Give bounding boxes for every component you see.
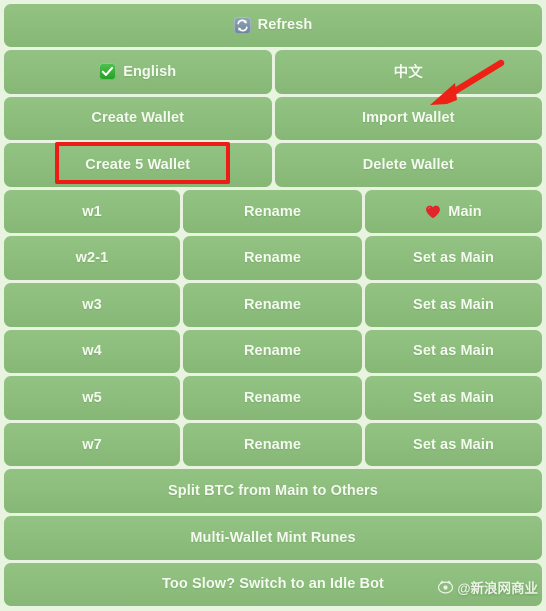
wallet-status-label: Main: [448, 203, 482, 220]
multi-wallet-mint-runes-label: Multi-Wallet Mint Runes: [190, 529, 356, 546]
refresh-button-label: Refresh: [257, 17, 313, 34]
wallet-name-button[interactable]: w7: [4, 422, 180, 467]
wallet-rename-label: Rename: [243, 250, 301, 267]
language-english-button[interactable]: English: [4, 50, 272, 94]
wallet-name-label: w4: [82, 343, 102, 360]
wallet-name-label: w7: [82, 436, 102, 453]
wallet-status-label: Set as Main: [413, 250, 494, 267]
multi-wallet-mint-runes-button[interactable]: Multi-Wallet Mint Runes: [4, 516, 542, 560]
split-btc-label: Split BTC from Main to Others: [168, 483, 378, 500]
wallet-name-button[interactable]: w4: [4, 329, 180, 374]
keyboard-row-language: English 中文: [4, 49, 542, 96]
button-keyboard: Refresh English 中文 Create Wallet Import …: [0, 0, 546, 611]
create-wallet-button[interactable]: Create Wallet: [4, 96, 272, 141]
wallet-name-label: w5: [82, 390, 102, 407]
wallet-name-button[interactable]: w5: [4, 376, 180, 420]
table-row: w7 Rename Set as Main: [4, 421, 542, 468]
keyboard-row-create5-delete: Create 5 Wallet Delete Wallet: [4, 142, 542, 189]
heart-icon: [425, 204, 441, 220]
delete-wallet-button[interactable]: Delete Wallet: [274, 143, 542, 187]
wallet-rename-button[interactable]: Rename: [183, 376, 362, 420]
wallet-name-label: w1: [82, 203, 102, 220]
wallet-name-label: w3: [82, 296, 102, 313]
language-english-label: English: [123, 63, 177, 80]
table-row: w1 Rename Main: [4, 188, 542, 235]
wallet-rename-button[interactable]: Rename: [183, 422, 362, 467]
table-row: w3 Rename Set as Main: [4, 282, 542, 329]
language-chinese-button[interactable]: 中文: [274, 50, 542, 94]
wallet-name-button[interactable]: w3: [4, 283, 180, 327]
keyboard-row-multi-wallet-mint: Multi-Wallet Mint Runes: [4, 515, 542, 562]
wallet-rename-button[interactable]: Rename: [183, 189, 362, 234]
wallet-rename-label: Rename: [243, 436, 301, 453]
wallet-name-button[interactable]: w1: [4, 189, 180, 234]
import-wallet-label: Import Wallet: [361, 110, 455, 127]
wallet-set-as-main-button[interactable]: Set as Main: [365, 329, 542, 374]
keyboard-row-create-import: Create Wallet Import Wallet: [4, 95, 542, 142]
language-chinese-label: 中文: [393, 65, 423, 82]
wallet-status-label: Set as Main: [413, 390, 494, 407]
wallet-rename-label: Rename: [243, 390, 301, 407]
delete-wallet-label: Delete Wallet: [362, 157, 454, 174]
wallet-set-as-main-button[interactable]: Set as Main: [365, 236, 542, 281]
wallet-main-status-button[interactable]: Main: [365, 189, 542, 234]
check-mark-icon: [99, 63, 117, 81]
create-wallet-label: Create Wallet: [91, 110, 185, 127]
table-row: w2-1 Rename Set as Main: [4, 235, 542, 282]
keyboard-row-refresh: Refresh: [4, 2, 542, 49]
import-wallet-button[interactable]: Import Wallet: [274, 96, 542, 141]
wallet-status-label: Set as Main: [413, 436, 494, 453]
wallet-status-label: Set as Main: [413, 296, 494, 313]
refresh-button[interactable]: Refresh: [4, 3, 542, 48]
wallet-set-as-main-button[interactable]: Set as Main: [365, 422, 542, 467]
wallet-set-as-main-button[interactable]: Set as Main: [365, 283, 542, 327]
wallet-rename-button[interactable]: Rename: [183, 329, 362, 374]
wallet-rename-label: Rename: [243, 296, 301, 313]
split-btc-button[interactable]: Split BTC from Main to Others: [4, 469, 542, 514]
wallet-rename-label: Rename: [243, 343, 301, 360]
watermark-text: @新浪网商业: [457, 581, 538, 596]
keyboard-row-split-btc: Split BTC from Main to Others: [4, 468, 542, 515]
chat-bot-keyboard-panel: Refresh English 中文 Create Wallet Import …: [0, 0, 546, 611]
table-row: w5 Rename Set as Main: [4, 375, 542, 422]
wallet-set-as-main-button[interactable]: Set as Main: [365, 376, 542, 420]
refresh-icon: [233, 16, 251, 34]
wallet-name-button[interactable]: w2-1: [4, 236, 180, 281]
wallet-rename-button[interactable]: Rename: [183, 283, 362, 327]
wallet-rename-button[interactable]: Rename: [183, 236, 362, 281]
create-5-wallet-button[interactable]: Create 5 Wallet: [4, 143, 272, 187]
idle-bot-label: Too Slow? Switch to an Idle Bot: [162, 576, 384, 593]
wallet-name-label: w2-1: [75, 250, 109, 267]
table-row: w4 Rename Set as Main: [4, 328, 542, 375]
wallet-status-label: Set as Main: [413, 343, 494, 360]
watermark: @新浪网商业: [438, 577, 538, 597]
sina-weibo-eye-icon: [438, 580, 454, 595]
create-5-wallet-label: Create 5 Wallet: [85, 157, 191, 174]
wallet-rename-label: Rename: [243, 203, 301, 220]
